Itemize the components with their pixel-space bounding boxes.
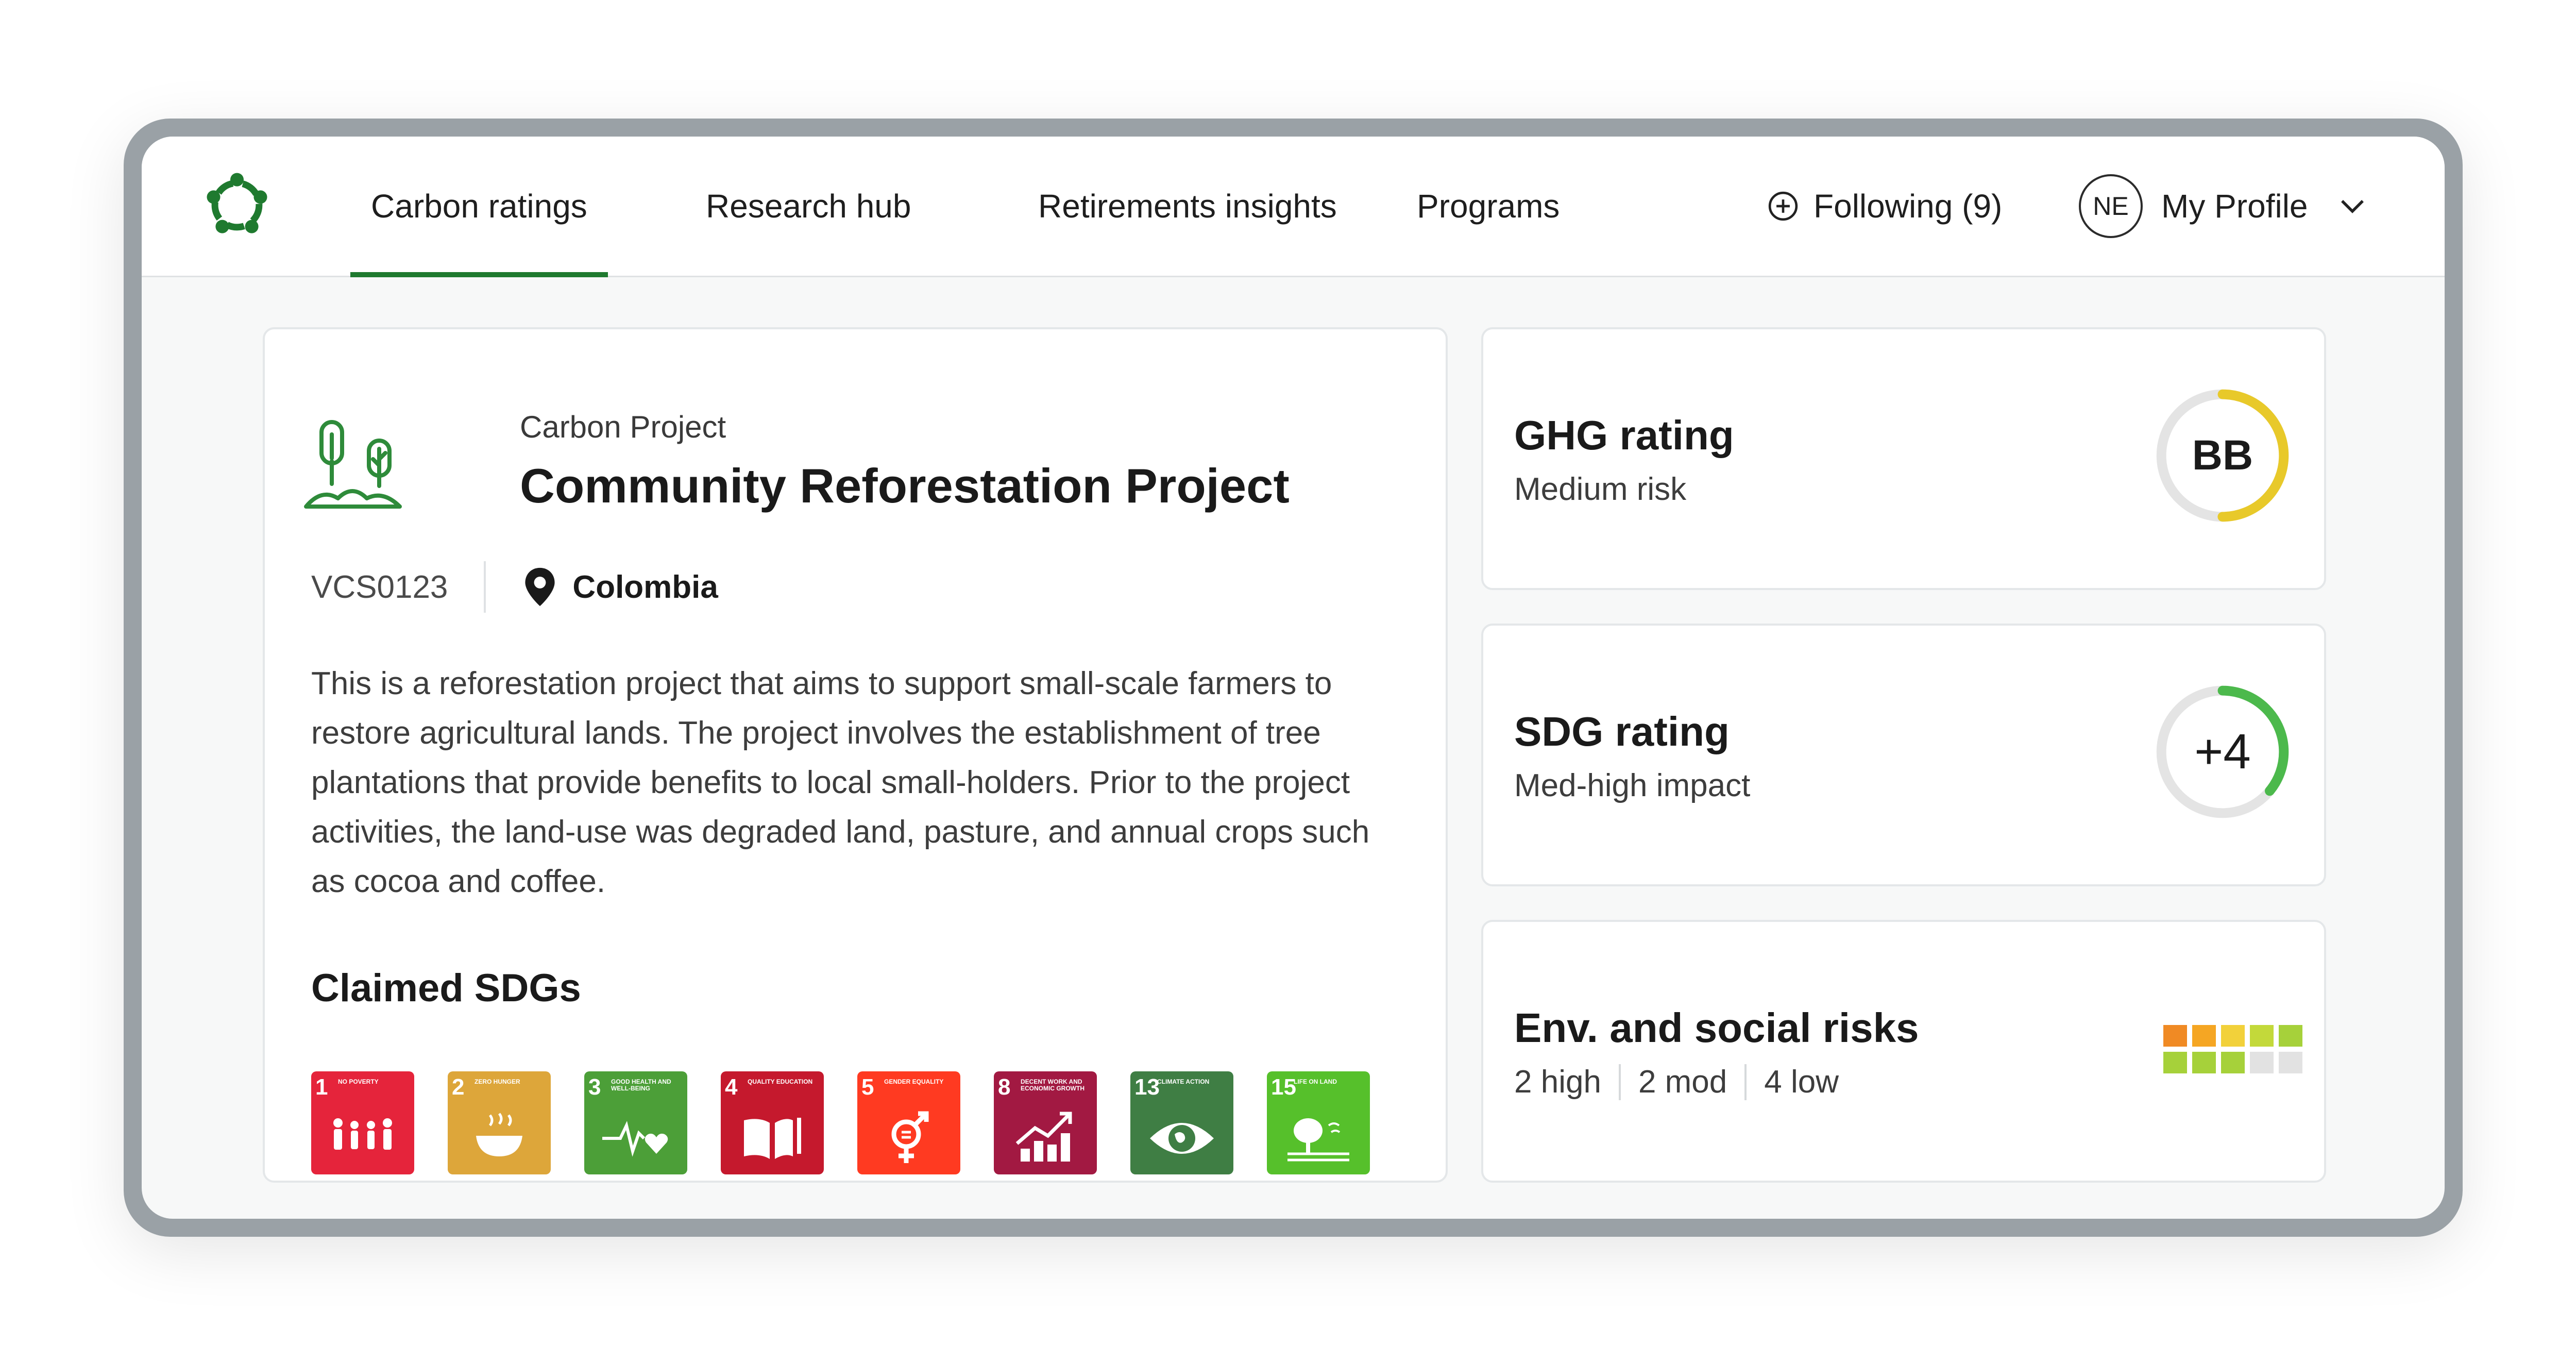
sdg-label: Quality education [748, 1078, 813, 1085]
project-code: VCS0123 [311, 569, 448, 605]
heartbeat-icon [602, 1121, 668, 1157]
gender-icon [891, 1111, 929, 1163]
env-social-risks-card[interactable]: Env. and social risks 2 high 2 mod 4 low [1481, 920, 2326, 1183]
nav-tab-retirements-insights[interactable]: Retirements insights [1038, 137, 1337, 276]
sdg-tile-5[interactable]: 5 Gender equality [857, 1071, 960, 1174]
book-icon [744, 1118, 801, 1159]
sdg-label: Climate action [1157, 1078, 1210, 1085]
sdg-number: 1 [315, 1074, 328, 1100]
profile-label: My Profile [2161, 188, 2308, 225]
risk-cell [2250, 1025, 2274, 1047]
top-navigation: Carbon ratings Research hub Retirements … [142, 137, 2445, 277]
sdg-number: 5 [861, 1074, 874, 1100]
claimed-sdgs-heading: Claimed SDGs [311, 966, 581, 1010]
sdg-number: 15 [1271, 1074, 1296, 1100]
nav-tab-programs[interactable]: Programs [1417, 137, 1560, 276]
sdg-label: Gender equality [884, 1078, 944, 1085]
risk-cell [2192, 1052, 2216, 1073]
risk-cell [2221, 1052, 2245, 1073]
risk-cell [2163, 1025, 2187, 1047]
sdg-number: 4 [725, 1074, 738, 1100]
sdg-tile-8[interactable]: 8 Decent work and economic growth [994, 1071, 1097, 1174]
sdg-number: 2 [452, 1074, 465, 1100]
sdg-label: Zero hunger [474, 1078, 520, 1085]
bowl-icon [476, 1113, 522, 1156]
sdg-label: Life on land [1294, 1078, 1337, 1085]
risk-cell [2250, 1052, 2274, 1073]
project-description: This is a reforestation project that aim… [311, 666, 1370, 899]
project-type: Carbon Project [520, 410, 726, 444]
sdg-tile-15[interactable]: 15 Life on land [1267, 1071, 1370, 1174]
sdg-rating-subtitle: Med-high impact [1514, 768, 1751, 803]
sdg-rating-value: +4 [2194, 724, 2251, 779]
risk-cell [2192, 1025, 2216, 1047]
project-card: Carbon Project Community Reforestation P… [263, 327, 1448, 1183]
growth-chart-icon [1015, 1112, 1072, 1162]
reforestation-icon [304, 420, 402, 509]
risk-cell [2163, 1052, 2187, 1073]
sdg-label: Decent work and economic growth [1021, 1078, 1084, 1092]
sdg-label: Good health and well-being [611, 1078, 671, 1092]
location-pin-icon [525, 567, 555, 607]
sdg-tile-3[interactable]: 3 Good health and well-being [584, 1071, 687, 1174]
risk-heatmap [2163, 1025, 2302, 1073]
sdg-number: 8 [998, 1074, 1011, 1100]
ghg-rating-card[interactable]: GHG rating Medium risk BB [1481, 327, 2326, 590]
chevron-down-icon[interactable] [2337, 191, 2368, 222]
profile-menu[interactable]: NE My Profile [2079, 137, 2368, 276]
app-logo-icon[interactable] [204, 172, 270, 239]
sdg-tile-13[interactable]: 13 Climate action [1130, 1071, 1233, 1174]
risk-cell [2279, 1025, 2302, 1047]
risk-counts: 2 high 2 mod 4 low [1514, 1064, 1839, 1100]
avatar: NE [2079, 174, 2143, 238]
risks-title: Env. and social risks [1514, 1005, 1919, 1051]
app-window: Carbon ratings Research hub Retirements … [142, 137, 2445, 1219]
sdg-rating-card[interactable]: SDG rating Med-high impact +4 [1481, 624, 2326, 886]
risk-cell [2279, 1052, 2302, 1073]
project-country: Colombia [572, 569, 718, 605]
people-icon [333, 1118, 392, 1150]
sdg-tile-2[interactable]: 2 Zero hunger [448, 1071, 551, 1174]
nav-tab-research-hub[interactable]: Research hub [706, 137, 911, 276]
sdg-tile-1[interactable]: 1 No poverty [311, 1071, 414, 1174]
project-meta: VCS0123 Colombia [311, 561, 718, 613]
sdg-rating-title: SDG rating [1514, 709, 1730, 754]
sdg-number: 3 [588, 1074, 601, 1100]
following-label: Following (9) [1814, 188, 2003, 225]
divider [1744, 1064, 1747, 1100]
ghg-rating-title: GHG rating [1514, 412, 1734, 458]
divider [1618, 1064, 1621, 1100]
tree-icon [1287, 1118, 1349, 1162]
divider [484, 561, 486, 613]
ghg-rating-subtitle: Medium risk [1514, 472, 1687, 507]
risk-count-low: 4 low [1764, 1064, 1839, 1100]
ghg-rating-value: BB [2192, 432, 2253, 479]
risk-count-mod: 2 mod [1638, 1064, 1727, 1100]
sdg-label: No poverty [338, 1078, 379, 1085]
page-title: Community Reforestation Project [520, 459, 1290, 513]
risk-count-high: 2 high [1514, 1064, 1601, 1100]
plus-circle-icon [1768, 191, 1798, 221]
following-button[interactable]: Following (9) [1767, 137, 2002, 276]
eye-globe-icon [1150, 1123, 1214, 1154]
sdg-number: 13 [1134, 1074, 1160, 1100]
nav-tab-carbon-ratings[interactable]: Carbon ratings [350, 137, 608, 277]
sdg-tile-4[interactable]: 4 Quality education [721, 1071, 824, 1174]
risk-cell [2221, 1025, 2245, 1047]
